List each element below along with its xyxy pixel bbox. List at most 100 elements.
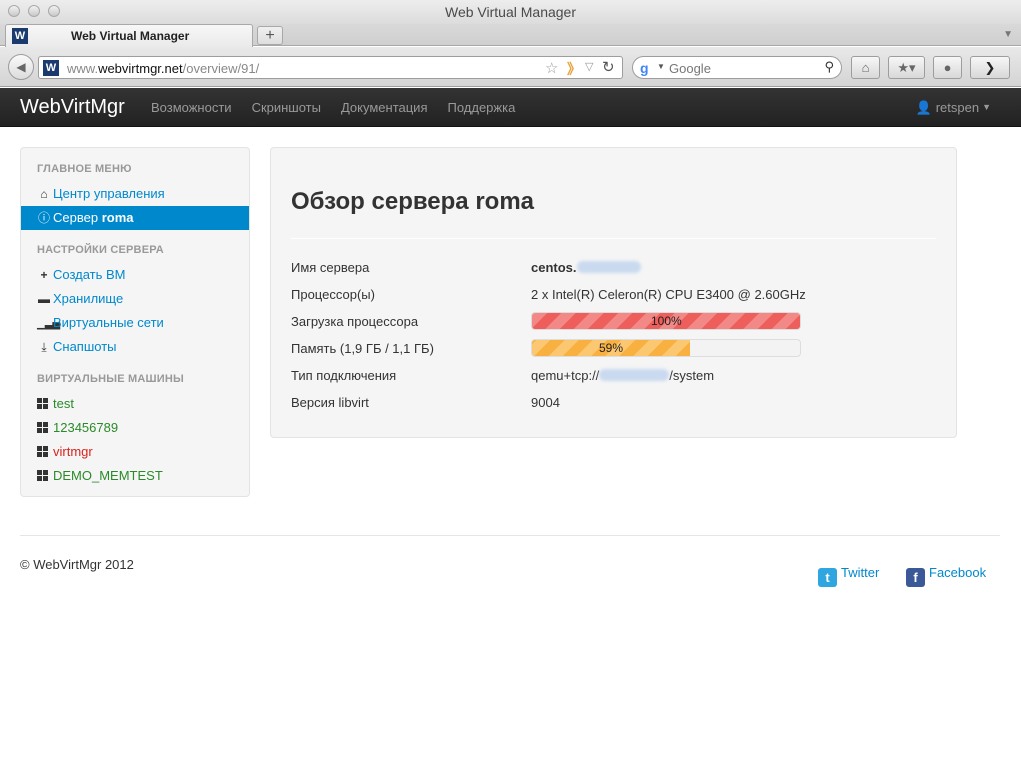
info-row-libvirt: Версия libvirt 9004 [291,395,936,415]
back-button[interactable]: ◀ [8,54,34,80]
info-icon: ⓘ [37,211,50,225]
sidebar-item-label: Сервер [53,210,102,225]
sidebar-item-vm[interactable]: 123456789 [21,416,249,440]
nav-link-docs[interactable]: Документация [341,100,428,115]
sidebar-item-networks[interactable]: ▁▃▅Виртуальные сети [21,311,249,335]
sidebar-item-storage[interactable]: ▬ Хранилище [21,287,249,311]
sidebar-item-vm[interactable]: virtmgr [21,440,249,464]
overflow-chevron-icon[interactable]: ❯ [970,56,1010,79]
rss-feed-icon[interactable]: 》 [567,59,581,79]
vm-grid-icon [37,470,48,481]
vm-name: test [53,396,74,411]
info-value: qemu+tcp:///system [531,368,715,383]
vm-grid-icon [37,446,48,457]
google-logo-icon: g [640,60,649,76]
search-icon[interactable]: ⚲ [824,59,834,75]
sidebar-item-dashboard[interactable]: ⌂ Центр управления [21,182,249,206]
folder-icon: ▬ [38,292,50,306]
sidebar-item-label: Виртуальные сети [53,315,164,330]
nav-link-features[interactable]: Возможности [151,100,232,115]
bookmark-star-icon[interactable]: ☆ [545,59,558,77]
server-name: roma [101,210,134,225]
vm-grid-icon [37,422,48,433]
search-engine-dropdown-icon[interactable]: ▼ [657,62,665,71]
sidebar-item-vm[interactable]: DEMO_MEMTEST [21,464,249,488]
sidebar-item-create-vm[interactable]: + Создать ВМ [21,263,249,287]
download-icon: ⤓ [41,340,47,354]
zoom-window-button[interactable] [48,5,60,17]
sidebar-item-label: Снапшоты [53,339,117,354]
new-tab-button[interactable]: + [257,26,283,45]
url-text[interactable]: www.webvirtmgr.net/overview/91/ [67,61,259,76]
window-title: Web Virtual Manager [445,4,576,20]
info-label: Имя сервера [291,260,370,275]
user-icon: 👤 [915,100,932,115]
info-row-cpu: Процессор(ы) 2 x Intel(R) Celeron(R) CPU… [291,287,936,307]
search-bar[interactable]: g ▼ Google ⚲ [632,56,842,79]
vm-name: virtmgr [53,444,93,459]
memory-progress-bar: 59% [531,339,801,357]
evernote-icon[interactable]: ● [933,56,962,79]
browser-tab[interactable]: W Web Virtual Manager [5,24,253,47]
browser-toolbar: ◀ W www.webvirtmgr.net/overview/91/ ☆ 》 … [0,47,1021,87]
redacted-text [599,369,670,381]
site-favicon-icon: W [43,60,59,76]
vm-grid-icon [37,398,48,409]
address-bar[interactable]: W www.webvirtmgr.net/overview/91/ ☆ 》 ▽ … [38,56,623,79]
facebook-icon: f [906,568,925,587]
close-window-button[interactable] [8,5,20,17]
twitter-icon: t [818,568,837,587]
info-value: 2 x Intel(R) Celeron(R) CPU E3400 @ 2.60… [531,287,806,302]
sidebar-item-server[interactable]: ⓘ Сервер roma [21,206,249,230]
signal-icon: ▁▃▅ [37,319,61,330]
info-label: Тип подключения [291,368,397,383]
home-button[interactable]: ⌂ [851,56,880,79]
facebook-link[interactable]: f Facebook [906,565,986,587]
info-label: Версия libvirt [291,395,369,410]
tab-label: Web Virtual Manager [71,29,190,43]
brand-logo[interactable]: WebVirtMgr [20,96,125,119]
divider [291,238,936,239]
cpu-load-text: 100% [651,314,682,328]
footer-divider [20,535,1000,536]
info-label: Память (1,9 ГБ / 1,1 ГБ) [291,341,434,356]
chevron-down-icon: ▼ [982,102,991,112]
minimize-window-button[interactable] [28,5,40,17]
sidebar-item-label: Хранилище [53,291,124,306]
reload-icon[interactable]: ↻ [602,58,615,76]
search-input[interactable]: Google [669,61,711,76]
server-overview-panel: Обзор сервера roma Имя сервера centos. П… [270,147,957,438]
memory-text: 59% [599,341,624,355]
info-label: Загрузка процессора [291,314,419,329]
user-menu[interactable]: 👤 retspen ▼ [916,100,991,116]
bookmarks-button[interactable]: ★▾ [888,56,925,79]
nav-link-support[interactable]: Поддержка [447,100,515,115]
window-titlebar: Web Virtual Manager [0,0,1021,24]
info-row-memory: Память (1,9 ГБ / 1,1 ГБ) 59% [291,339,936,361]
info-row-cpu-load: Загрузка процессора 100% [291,312,936,334]
history-dropdown-icon[interactable]: ▽ [585,60,593,73]
sidebar-header-main: ГЛАВНОЕ МЕНЮ [37,163,132,175]
username: retspen [935,100,980,115]
sidebar-item-label: Создать ВМ [53,267,126,282]
sidebar-item-label: Центр управления [53,186,165,201]
vm-name: DEMO_MEMTEST [53,468,163,483]
plus-icon: + [40,268,48,282]
tab-list-chevron-icon[interactable]: ▼ [1003,29,1013,40]
cpu-load-progress-bar: 100% [531,312,801,330]
sidebar-header-vms: ВИРТУАЛЬНЫЕ МАШИНЫ [37,373,184,385]
nav-link-screenshots[interactable]: Скриншоты [252,100,321,115]
site-navbar: WebVirtMgr Возможности Скриншоты Докумен… [0,88,1021,127]
copyright: © WebVirtMgr 2012 [20,557,134,572]
twitter-link[interactable]: t Twitter [818,565,879,587]
page-title: Обзор сервера roma [291,188,534,215]
sidebar: ГЛАВНОЕ МЕНЮ ⌂ Центр управления ⓘ Сервер r… [20,147,250,497]
vm-name: 123456789 [53,420,119,435]
sidebar-item-vm[interactable]: test [21,392,249,416]
tab-bar: W Web Virtual Manager + ▼ [0,24,1021,47]
sidebar-header-settings: НАСТРОЙКИ СЕРВЕРА [37,244,164,256]
home-icon: ⌂ [40,187,48,201]
nav-links: Возможности Скриншоты Документация Подде… [151,100,515,115]
sidebar-item-snapshots[interactable]: ⤓ Снапшоты [21,335,249,359]
info-row-hostname: Имя сервера centos. [291,260,936,280]
